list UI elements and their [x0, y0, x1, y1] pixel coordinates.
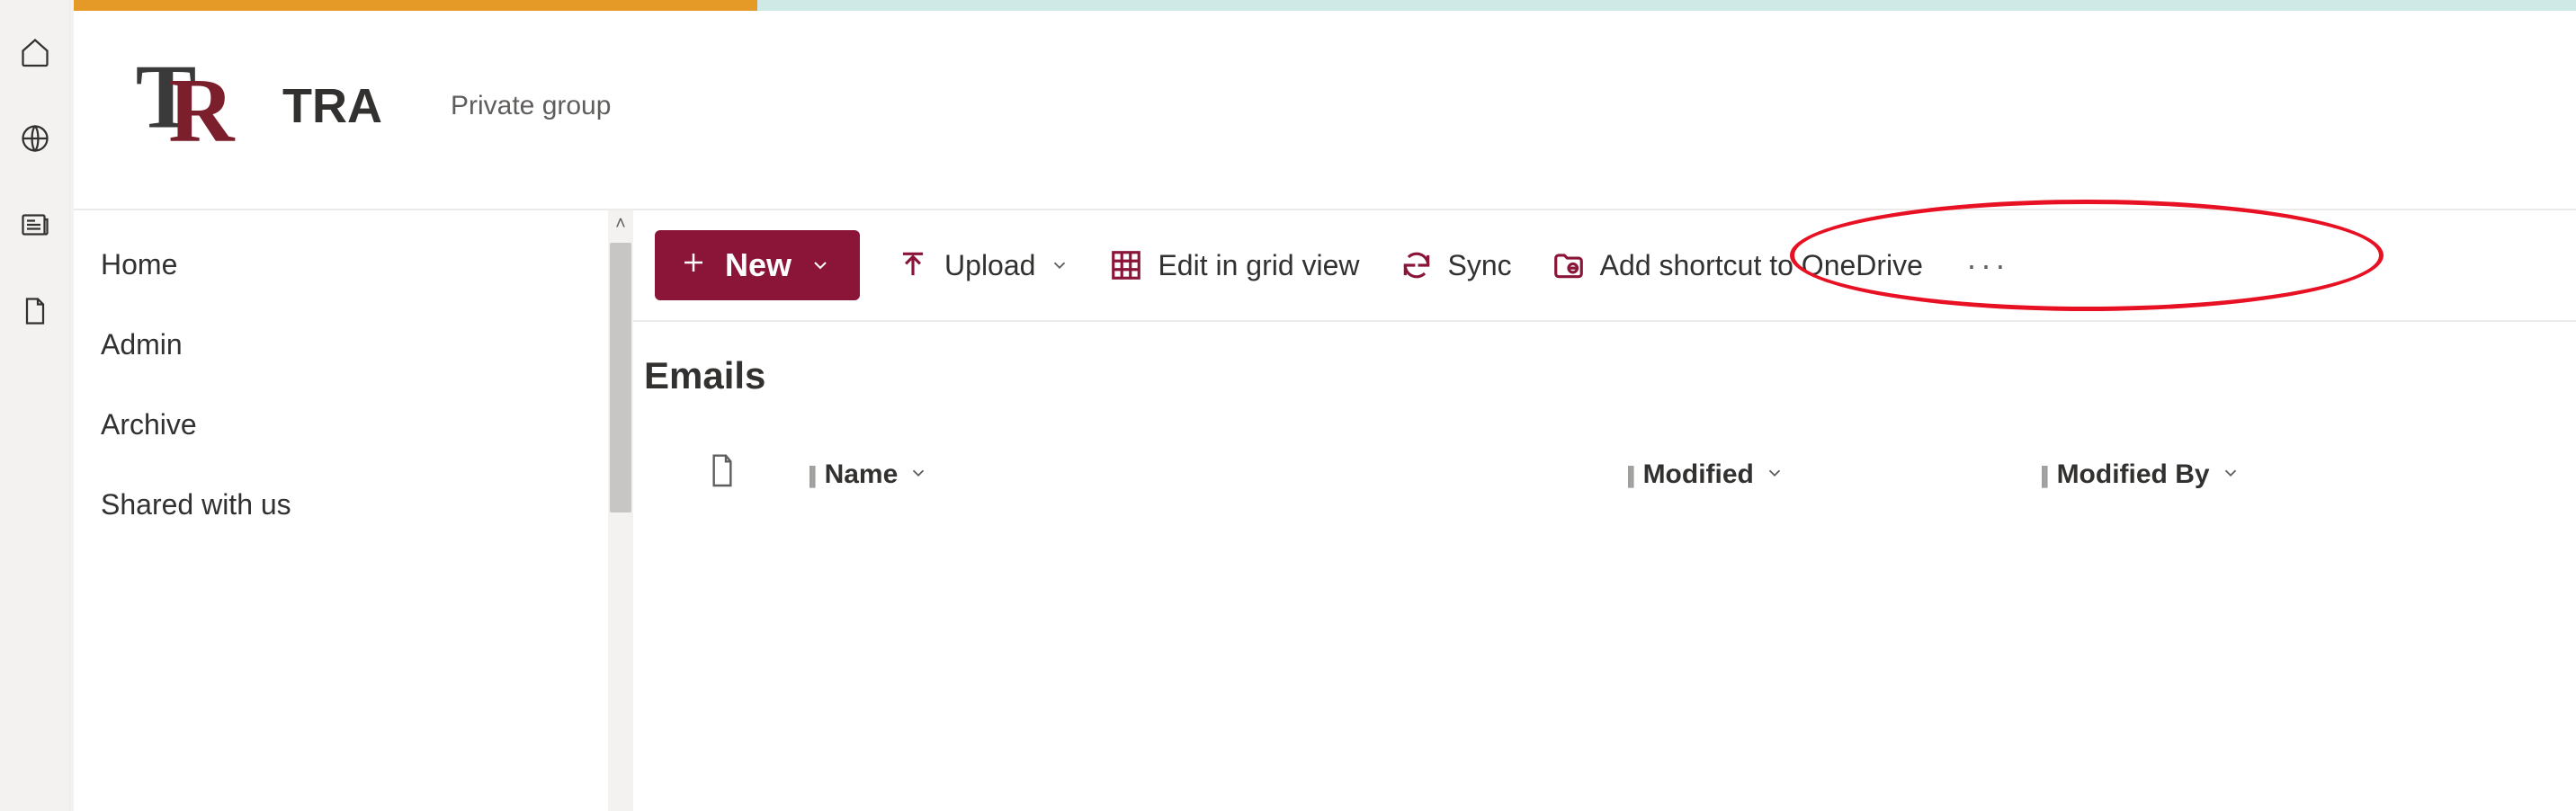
column-header-name[interactable]: || Name	[808, 459, 1626, 490]
nav-item-label: Shared with us	[101, 488, 291, 521]
upload-label: Upload	[944, 249, 1035, 282]
rail-home[interactable]	[17, 36, 53, 72]
sync-button[interactable]: Sync	[1396, 239, 1516, 291]
add-shortcut-label: Add shortcut to OneDrive	[1600, 249, 1923, 282]
edit-grid-label: Edit in grid view	[1158, 249, 1359, 282]
column-filetype[interactable]	[637, 453, 808, 496]
chevron-down-icon	[1050, 255, 1069, 275]
app-root: T R TRA Private group Home Admin Archive…	[0, 0, 2576, 811]
column-header-label: Modified By	[2057, 459, 2210, 490]
chevron-down-icon	[1765, 459, 1784, 490]
left-nav: Home Admin Archive Shared with us ˄	[74, 209, 633, 811]
scroll-up-icon: ˄	[608, 214, 633, 235]
rail-file[interactable]	[17, 295, 53, 331]
edit-grid-button[interactable]: Edit in grid view	[1105, 239, 1363, 291]
nav-item-shared[interactable]: Shared with us	[74, 465, 633, 545]
column-drag-handle-icon: ||	[1626, 461, 1632, 489]
nav-list: Home Admin Archive Shared with us	[74, 210, 633, 545]
news-icon	[19, 209, 51, 245]
more-icon: ···	[1966, 246, 2009, 284]
plus-icon	[680, 246, 707, 284]
main-column: T R TRA Private group Home Admin Archive…	[70, 0, 2576, 811]
chevron-down-icon	[2221, 459, 2241, 490]
site-logo: T R	[124, 43, 250, 169]
site-header: T R TRA Private group	[74, 11, 2576, 209]
column-header-label: Name	[825, 459, 899, 490]
scroll-thumb[interactable]	[610, 243, 631, 512]
svg-text:R: R	[168, 60, 236, 161]
globe-icon	[19, 122, 51, 159]
file-icon	[19, 295, 51, 332]
upload-button[interactable]: Upload	[892, 239, 1073, 291]
command-bar: New Upload	[633, 210, 2576, 320]
new-button-label: New	[725, 246, 792, 284]
site-subtitle: Private group	[451, 91, 611, 121]
upload-icon	[896, 248, 930, 282]
nav-item-label: Admin	[101, 328, 183, 361]
column-header-modified[interactable]: || Modified	[1626, 459, 2040, 490]
shortcut-folder-icon	[1552, 248, 1586, 282]
library-panel: Emails || Name	[633, 322, 2576, 514]
home-icon	[19, 36, 51, 73]
content-row: Home Admin Archive Shared with us ˄	[74, 209, 2576, 811]
nav-item-admin[interactable]: Admin	[74, 305, 633, 385]
toolbar-overflow-button[interactable]: ···	[1959, 246, 2017, 284]
nav-item-label: Home	[101, 248, 177, 281]
file-icon	[708, 453, 737, 496]
site-banner-strip	[74, 0, 2576, 11]
nav-scrollbar[interactable]: ˄	[608, 210, 633, 811]
column-drag-handle-icon: ||	[808, 461, 814, 489]
nav-item-home[interactable]: Home	[74, 225, 633, 305]
sync-icon	[1400, 248, 1434, 282]
sync-label: Sync	[1448, 249, 1512, 282]
grid-icon	[1109, 248, 1143, 282]
new-button[interactable]: New	[655, 230, 860, 300]
library-title: Emails	[637, 354, 2576, 397]
column-header-label: Modified	[1643, 459, 1754, 490]
add-shortcut-button[interactable]: Add shortcut to OneDrive	[1548, 239, 1927, 291]
column-headers-row: || Name || Modified	[637, 397, 2576, 514]
nav-item-label: Archive	[101, 408, 197, 441]
site-title[interactable]: TRA	[282, 78, 382, 134]
column-drag-handle-icon: ||	[2040, 461, 2046, 489]
chevron-down-icon	[908, 459, 928, 490]
page-body: New Upload	[633, 209, 2576, 811]
nav-item-archive[interactable]: Archive	[74, 385, 633, 465]
rail-news[interactable]	[17, 209, 53, 245]
column-header-modified-by[interactable]: || Modified By	[2040, 459, 2576, 490]
chevron-down-icon	[809, 246, 831, 284]
app-rail	[0, 0, 70, 811]
rail-globe[interactable]	[17, 122, 53, 158]
